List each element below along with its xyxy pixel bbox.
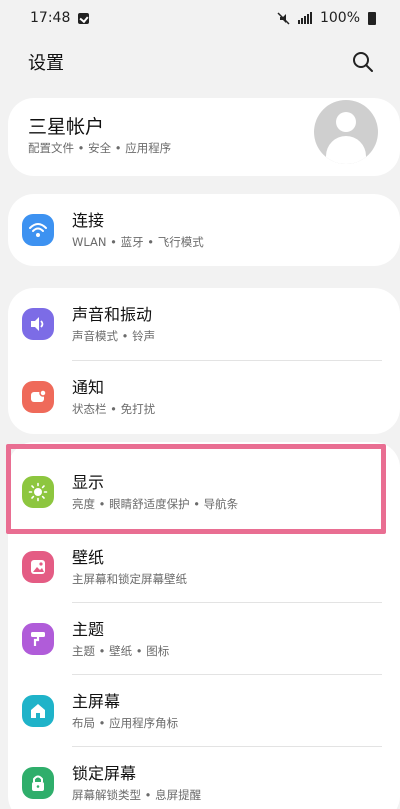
item-title: 连接 bbox=[72, 210, 105, 230]
account-subtitle: 配置文件 • 安全 • 应用程序 bbox=[28, 141, 172, 155]
item-subtitle: 亮度 • 眼睛舒适度保护 • 导航条 bbox=[72, 496, 239, 511]
settings-item-sound[interactable]: 声音和振动 声音模式 • 铃声 bbox=[8, 288, 400, 360]
item-subtitle: 声音模式 • 铃声 bbox=[72, 328, 156, 343]
sound-notifications-card: 声音和振动 声音模式 • 铃声 通知 状态栏 • 免打扰 bbox=[8, 288, 400, 434]
settings-item-themes[interactable]: 主题 主题 • 壁纸 • 图标 bbox=[8, 603, 400, 675]
samsung-account-card[interactable]: 三星帐户 配置文件 • 安全 • 应用程序 bbox=[8, 98, 400, 176]
item-title: 主屏幕 bbox=[72, 691, 121, 711]
item-title: 通知 bbox=[72, 377, 105, 397]
account-title: 三星帐户 bbox=[28, 116, 105, 138]
settings-item-wallpaper[interactable]: 壁纸 主屏幕和锁定屏幕壁纸 bbox=[8, 531, 400, 603]
settings-item-home-screen[interactable]: 主屏幕 布局 • 应用程序角标 bbox=[8, 675, 400, 747]
notification-icon bbox=[22, 381, 54, 413]
page-title: 设置 bbox=[28, 53, 64, 74]
header: 设置 bbox=[0, 44, 400, 80]
image-icon bbox=[22, 551, 54, 583]
battery-icon bbox=[368, 11, 376, 25]
status-time: 17:48 bbox=[30, 10, 71, 26]
item-title: 锁定屏幕 bbox=[72, 763, 137, 783]
status-bar: 17:48 100% bbox=[0, 0, 400, 36]
connections-card: 连接 WLAN • 蓝牙 • 飞行模式 bbox=[8, 194, 400, 266]
item-title: 主题 bbox=[72, 619, 105, 639]
display-card: 显示 亮度 • 眼睛舒适度保护 • 导航条 壁纸 主屏幕和锁定屏幕壁纸 主题 主… bbox=[8, 442, 400, 809]
settings-item-notifications[interactable]: 通知 状态栏 • 免打扰 bbox=[8, 361, 400, 433]
item-title: 声音和振动 bbox=[72, 304, 153, 324]
wifi-icon bbox=[22, 214, 54, 246]
lock-icon bbox=[22, 767, 54, 799]
battery-percent: 100% bbox=[319, 10, 360, 26]
avatar[interactable] bbox=[314, 100, 378, 164]
download-notification-icon bbox=[78, 12, 90, 24]
item-subtitle: WLAN • 蓝牙 • 飞行模式 bbox=[72, 234, 204, 249]
settings-item-connections[interactable]: 连接 WLAN • 蓝牙 • 飞行模式 bbox=[8, 194, 400, 266]
sun-icon bbox=[22, 476, 54, 508]
item-subtitle: 主屏幕和锁定屏幕壁纸 bbox=[72, 571, 187, 586]
item-subtitle: 主题 • 壁纸 • 图标 bbox=[72, 643, 170, 658]
search-button[interactable] bbox=[350, 49, 376, 75]
item-title: 显示 bbox=[72, 472, 105, 492]
settings-item-lock-screen[interactable]: 锁定屏幕 屏幕解锁类型 • 息屏提醒 bbox=[8, 747, 400, 809]
item-subtitle: 状态栏 • 免打扰 bbox=[72, 401, 156, 416]
paint-roller-icon bbox=[22, 623, 54, 655]
home-icon bbox=[22, 695, 54, 727]
signal-icon bbox=[297, 12, 312, 24]
item-subtitle: 屏幕解锁类型 • 息屏提醒 bbox=[72, 787, 202, 802]
settings-item-display[interactable]: 显示 亮度 • 眼睛舒适度保护 • 导航条 bbox=[8, 454, 400, 530]
item-title: 壁纸 bbox=[72, 547, 105, 567]
mute-icon bbox=[277, 11, 290, 25]
speaker-icon bbox=[22, 308, 54, 340]
search-icon bbox=[353, 52, 373, 72]
item-subtitle: 布局 • 应用程序角标 bbox=[72, 715, 179, 730]
